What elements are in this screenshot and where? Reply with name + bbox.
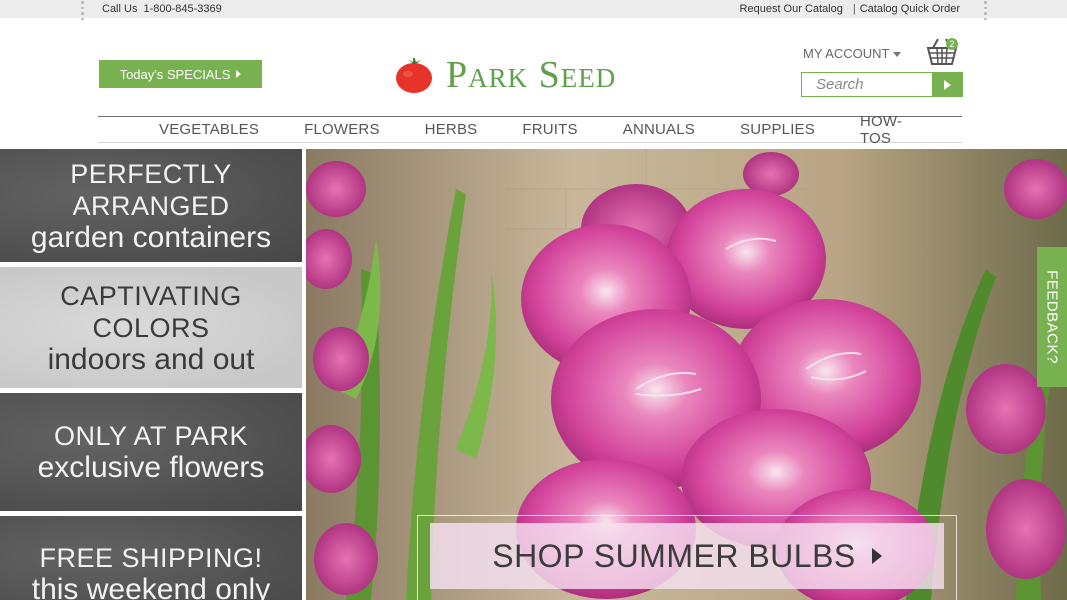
promo-panel-containers[interactable]: PERFECTLY ARRANGED garden containers	[0, 149, 302, 262]
site-logo[interactable]: Park Seed	[394, 54, 617, 96]
cart-count-badge: 2	[946, 38, 958, 50]
promo-panel-colors[interactable]: CAPTIVATING COLORS indoors and out	[0, 267, 302, 388]
divider-dots-right	[984, 0, 988, 20]
todays-specials-button[interactable]: Today's SPECIALS	[99, 60, 262, 88]
request-catalog-link[interactable]: Request Our Catalog	[740, 3, 843, 15]
search-input[interactable]	[802, 73, 932, 96]
promo-panel-exclusive[interactable]: ONLY AT PARK exclusive flowers	[0, 393, 302, 511]
promo-subheading: exclusive flowers	[37, 451, 265, 484]
shop-summer-bulbs-button[interactable]: SHOP SUMMER BULBS	[430, 523, 944, 589]
main-nav: VEGETABLES FLOWERS HERBS FRUITS ANNUALS …	[98, 113, 962, 147]
nav-item-flowers[interactable]: FLOWERS	[304, 121, 380, 138]
caret-down-icon	[893, 52, 902, 57]
arrow-right-icon	[236, 70, 242, 78]
cta-label: SHOP SUMMER BULBS	[492, 537, 856, 574]
brand-name: Park Seed	[446, 54, 617, 96]
feedback-tab[interactable]: FEEDBACK?	[1037, 247, 1067, 387]
my-account-menu[interactable]: MY ACCOUNT	[803, 46, 902, 61]
nav-item-annuals[interactable]: ANNUALS	[623, 121, 695, 138]
catalog-quick-order-link[interactable]: Catalog Quick Order	[860, 3, 960, 15]
promo-subheading: this weekend only	[31, 573, 271, 600]
nav-item-fruits[interactable]: FRUITS	[522, 121, 577, 138]
utility-links: Request Our Catalog | Catalog Quick Order	[740, 3, 960, 15]
search-button[interactable]	[932, 73, 962, 96]
phone-number[interactable]: 1-800-845-3369	[143, 3, 221, 15]
promo-subheading: indoors and out	[47, 342, 255, 376]
promo-heading: ONLY AT PARK	[53, 421, 249, 451]
feedback-label: FEEDBACK?	[1043, 270, 1061, 364]
search-box	[801, 72, 963, 97]
utility-separator: |	[852, 3, 856, 15]
call-us: Call Us 1-800-845-3369	[102, 3, 222, 15]
arrow-right-icon	[871, 548, 882, 564]
hero-banner[interactable]: SHOP SUMMER BULBS	[306, 149, 1067, 600]
nav-item-supplies[interactable]: SUPPLIES	[740, 121, 815, 138]
search-go-icon	[943, 79, 951, 90]
nav-item-vegetables[interactable]: VEGETABLES	[159, 121, 259, 138]
promo-subheading: garden containers	[30, 220, 272, 254]
promo-heading: CAPTIVATING COLORS	[60, 280, 242, 343]
specials-label: Today's SPECIALS	[119, 66, 231, 82]
nav-item-herbs[interactable]: HERBS	[425, 121, 478, 138]
utility-bar: Call Us 1-800-845-3369 Request Our Catalo…	[0, 0, 1067, 20]
tomato-logo-icon	[394, 56, 434, 94]
account-label: MY ACCOUNT	[803, 46, 890, 61]
promo-heading: PERFECTLY ARRANGED	[70, 158, 232, 221]
promo-heading: FREE SHIPPING!	[39, 543, 263, 573]
promo-panel-shipping[interactable]: FREE SHIPPING! this weekend only	[0, 516, 302, 600]
call-us-label: Call Us	[102, 3, 138, 15]
cart-button[interactable]: 2	[924, 36, 960, 68]
nav-item-how-tos[interactable]: HOW-TOS	[860, 113, 917, 147]
divider-dots-left	[81, 0, 85, 20]
